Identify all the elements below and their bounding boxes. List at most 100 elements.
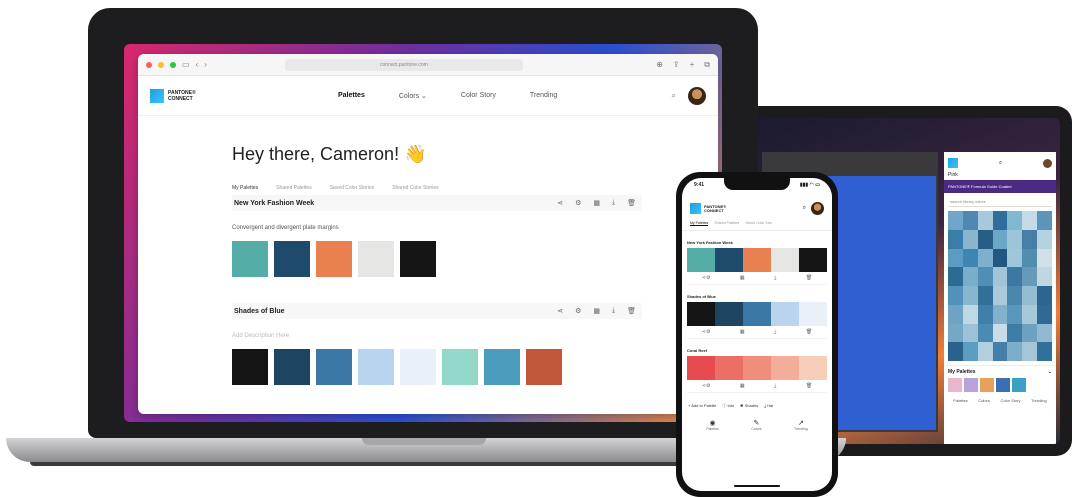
mosaic-tile[interactable] [977, 286, 993, 305]
mosaic-tile[interactable] [992, 286, 1008, 305]
download-icon[interactable]: ⤓ [774, 275, 776, 281]
mosaic-tile[interactable] [1037, 248, 1052, 268]
mosaic-tile[interactable] [962, 211, 978, 230]
close-window-button[interactable] [146, 61, 152, 68]
mosaic-tile[interactable] [948, 304, 963, 324]
mosaic-tile[interactable] [977, 304, 993, 324]
palette-description[interactable]: Convergent and divergent plate margins [232, 225, 718, 231]
share-icon[interactable]: ⋖ [557, 199, 563, 207]
color-swatch[interactable] [743, 356, 771, 380]
grid-icon[interactable]: ▦ [740, 275, 745, 281]
color-swatch[interactable] [316, 241, 352, 277]
mosaic-tile[interactable] [1022, 229, 1038, 249]
mosaic-tile[interactable] [1022, 248, 1038, 268]
mosaic-tile[interactable] [1022, 211, 1038, 230]
color-mosaic-grid[interactable] [948, 211, 1052, 361]
tab[interactable]: My Palettes [232, 185, 258, 191]
color-swatch[interactable] [400, 241, 436, 277]
mosaic-tile[interactable] [948, 286, 963, 305]
color-swatch[interactable] [358, 241, 394, 277]
color-swatch[interactable] [687, 302, 715, 326]
avatar[interactable] [1043, 158, 1052, 168]
mosaic-tile[interactable] [1037, 342, 1052, 361]
color-swatch[interactable] [687, 248, 715, 272]
color-swatch[interactable] [400, 349, 436, 385]
mosaic-tile[interactable] [1007, 267, 1023, 286]
mosaic-tile[interactable] [962, 248, 978, 268]
mosaic-tile[interactable] [1037, 229, 1052, 249]
color-swatch[interactable] [715, 302, 743, 326]
grid-icon[interactable]: ▦ [740, 329, 745, 335]
mosaic-tile[interactable] [1022, 286, 1038, 305]
grid-icon[interactable]: ▦ [593, 307, 600, 315]
nav-item[interactable]: Colors ⌄ [399, 92, 427, 100]
search-icon[interactable]: ⌕ [999, 160, 1002, 167]
action-button[interactable]: ✱ Shades [740, 403, 758, 409]
action-button[interactable]: + Add to Palette [688, 403, 716, 409]
mosaic-tile[interactable] [992, 229, 1008, 249]
palette-title[interactable]: Shades of Blue [234, 308, 285, 315]
color-swatch[interactable] [232, 349, 268, 385]
nav-item[interactable]: Trending [1031, 398, 1047, 403]
mosaic-tile[interactable] [1007, 229, 1023, 249]
color-swatch[interactable] [799, 248, 827, 272]
nav-item[interactable]: Palettes [338, 92, 365, 100]
color-swatch[interactable] [771, 248, 799, 272]
color-swatch[interactable] [743, 302, 771, 326]
palette-chip[interactable] [964, 378, 978, 392]
library-search-input[interactable]: search library colors [948, 197, 1052, 207]
trash-icon[interactable]: 🗑 [806, 329, 812, 335]
trash-icon[interactable]: 🗑 [627, 307, 636, 315]
mosaic-tile[interactable] [1007, 323, 1023, 343]
mosaic-tile[interactable] [992, 342, 1008, 361]
address-bar[interactable]: connect.pantone.com [284, 58, 523, 71]
mosaic-tile[interactable] [992, 248, 1008, 268]
mosaic-tile[interactable] [962, 229, 978, 249]
forward-icon[interactable]: › [204, 60, 207, 69]
download-icon[interactable]: ⤓ [612, 307, 615, 315]
avatar[interactable] [811, 202, 824, 215]
color-swatch[interactable] [484, 349, 520, 385]
mosaic-tile[interactable] [977, 229, 993, 249]
share-icon[interactable]: ⋖⚙ [702, 275, 711, 281]
mosaic-tile[interactable] [977, 211, 993, 230]
color-swatch[interactable] [274, 349, 310, 385]
tabs-icon[interactable]: ⧉ [704, 60, 710, 70]
color-swatch[interactable] [771, 356, 799, 380]
mosaic-tile[interactable] [948, 342, 963, 361]
nav-item[interactable]: ↗ Trending [794, 419, 808, 431]
color-swatch[interactable] [743, 248, 771, 272]
palette-title[interactable]: Coral Reef [687, 345, 827, 356]
settings-icon[interactable]: ⚙ [575, 307, 581, 315]
color-swatch[interactable] [526, 349, 562, 385]
mosaic-tile[interactable] [1007, 248, 1023, 268]
mosaic-tile[interactable] [1037, 323, 1052, 343]
tab[interactable]: Shared Color Stories [392, 185, 438, 191]
download-icon[interactable]: ⤓ [774, 329, 776, 335]
pantone-logo[interactable]: PANTONE® CONNECT [690, 203, 728, 214]
trash-icon[interactable]: 🗑 [806, 275, 812, 281]
mosaic-tile[interactable] [992, 304, 1008, 324]
mosaic-tile[interactable] [948, 323, 963, 343]
nav-item[interactable]: Trending [530, 92, 557, 100]
palette-description[interactable]: Add Description Here [232, 333, 718, 339]
mosaic-tile[interactable] [962, 342, 978, 361]
nav-item[interactable]: Palettes [953, 398, 967, 403]
mosaic-tile[interactable] [948, 267, 963, 286]
color-swatch[interactable] [316, 349, 352, 385]
download-icon[interactable]: ⊕ [656, 60, 663, 70]
color-swatch[interactable] [771, 302, 799, 326]
mosaic-tile[interactable] [977, 342, 993, 361]
nav-item[interactable]: ✎ Colors [751, 419, 761, 431]
nav-item[interactable]: Color Story [461, 92, 496, 100]
plus-icon[interactable]: + [690, 60, 695, 70]
mosaic-tile[interactable] [992, 323, 1008, 343]
settings-icon[interactable]: ⚙ [575, 199, 581, 207]
library-banner[interactable]: PANTONE® Formula Guide Coated [944, 180, 1056, 193]
mosaic-tile[interactable] [977, 323, 993, 343]
mosaic-tile[interactable] [1007, 211, 1023, 230]
tablet-palette-chips[interactable] [944, 378, 1056, 392]
pantone-logo[interactable]: PANTONE® CONNECT [150, 88, 198, 103]
palette-title[interactable]: New York Fashion Week [687, 237, 827, 248]
mosaic-tile[interactable] [962, 286, 978, 305]
